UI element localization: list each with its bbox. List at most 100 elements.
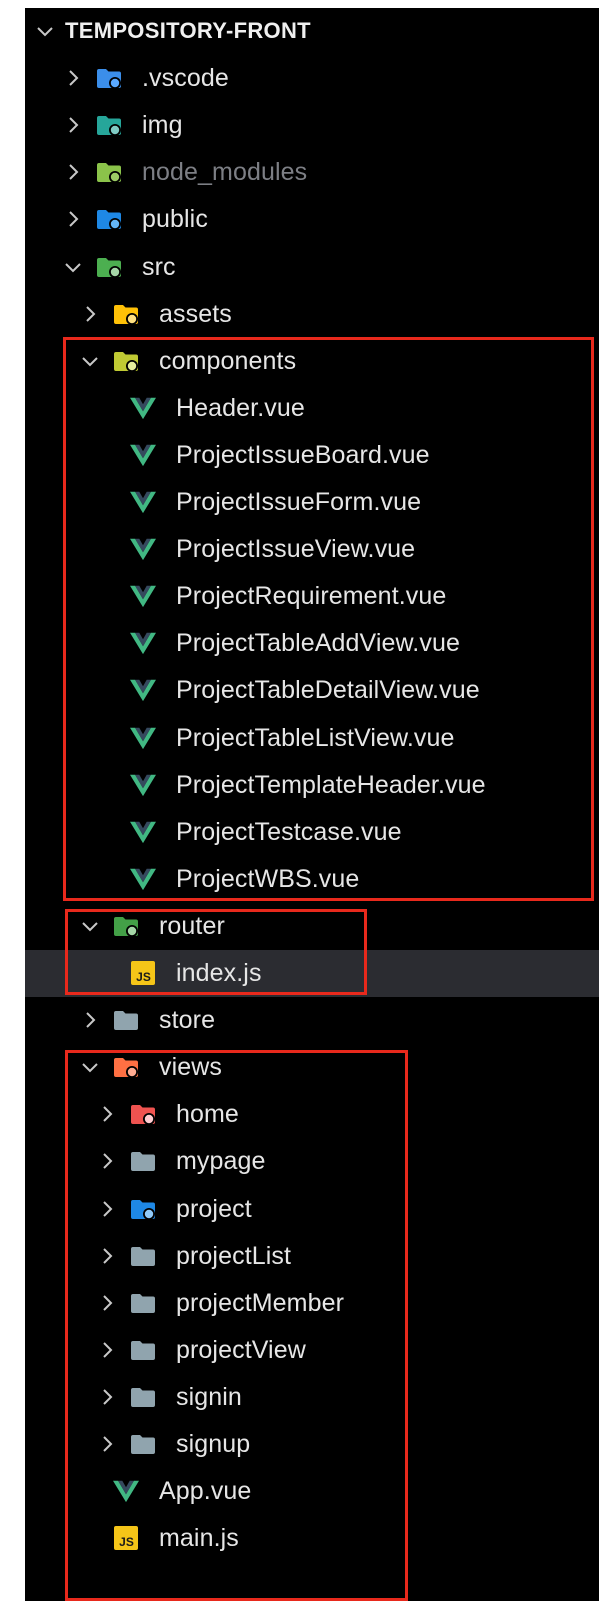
chevron-right-icon[interactable] [61,204,85,234]
file-row[interactable]: ProjectTableDetailView.vue [25,667,599,714]
chevron-right-icon[interactable] [95,1335,119,1365]
vue-file-icon [130,726,156,750]
file-row[interactable]: ProjectTableListView.vue [25,715,599,762]
chevron-right-icon[interactable] [95,1288,119,1318]
file-explorer: TEMPOSITORY-FRONT .vscode img node_modulesp… [25,8,599,1601]
chevron-right-icon[interactable] [95,1194,119,1224]
file-name: Header.vue [176,393,305,422]
chevron-down-icon[interactable] [78,346,102,376]
file-row[interactable]: ProjectIssueBoard.vue [25,432,599,479]
file-row[interactable]: JS main.js [25,1515,599,1562]
chevron-right-icon[interactable] [78,1005,102,1035]
file-name: ProjectIssueBoard.vue [176,440,430,469]
chevron-down-icon[interactable] [33,16,57,46]
chevron-down-icon[interactable] [61,252,85,282]
chevron-right-icon[interactable] [61,110,85,140]
vscode-folder-icon [96,66,122,90]
image-folder-icon [96,113,122,137]
folder-icon [130,1291,156,1315]
file-name: ProjectTemplateHeader.vue [176,770,486,799]
folder-row[interactable]: signup [25,1421,599,1468]
folder-name: projectView [176,1335,306,1364]
folder-icon [130,1432,156,1456]
file-row[interactable]: ProjectIssueForm.vue [25,479,599,526]
folder-icon [130,1244,156,1268]
vue-file-icon [130,820,156,844]
folder-name: signin [176,1382,242,1411]
chevron-right-icon[interactable] [95,1429,119,1459]
folder-name: project [176,1194,252,1223]
folder-row[interactable]: node_modules [25,149,599,196]
folder-row[interactable]: src [25,244,599,291]
explorer-title: TEMPOSITORY-FRONT [65,18,311,43]
svg-text:JS: JS [136,970,151,984]
file-name: ProjectIssueForm.vue [176,488,422,516]
file-row[interactable]: ProjectTemplateHeader.vue [25,762,599,809]
file-row[interactable]: ProjectTableAddView.vue [25,620,599,667]
svg-text:JS: JS [119,1535,134,1549]
vue-file-icon [130,443,156,467]
folder-name: projectMember [176,1288,345,1317]
router-folder-icon [113,914,139,938]
file-row[interactable]: ProjectTestcase.vue [25,809,599,856]
folder-icon [113,1008,139,1032]
folder-name: img [142,111,183,140]
folder-row[interactable]: mypage [25,1138,599,1185]
explorer-section-header[interactable]: TEMPOSITORY-FRONT [25,8,599,55]
home-folder-icon [130,1102,156,1126]
folder-row[interactable]: projectList [25,1233,599,1280]
folder-name: node_modules [142,158,308,187]
file-name: ProjectRequirement.vue [176,582,447,611]
chevron-right-icon[interactable] [61,157,85,187]
vue-file-icon [130,678,156,702]
folder-row[interactable]: assets [25,291,599,338]
folder-row[interactable]: img [25,102,599,149]
chevron-down-icon[interactable] [78,1052,102,1082]
folder-name: home [176,1100,239,1129]
js-file-icon: JS [113,1526,139,1551]
vue-file-icon [130,631,156,655]
folder-row[interactable]: .vscode [25,55,599,102]
components-folder-icon [113,349,139,373]
folder-name: projectList [176,1241,292,1270]
folder-name: .vscode [142,64,229,93]
chevron-right-icon[interactable] [78,299,102,329]
chevron-right-icon[interactable] [95,1146,119,1176]
file-name: ProjectTableListView.vue [176,723,455,752]
file-row[interactable]: ProjectIssueView.vue [25,526,599,573]
file-row[interactable]: App.vue [25,1468,599,1515]
node-folder-icon [96,160,122,184]
folder-row[interactable]: router [25,903,599,950]
folder-row[interactable]: public [25,196,599,243]
folder-row[interactable]: components [25,338,599,385]
file-row[interactable]: ProjectWBS.vue [25,856,599,903]
file-name: ProjectIssueView.vue [176,535,416,564]
file-name: App.vue [159,1477,252,1506]
file-row[interactable]: ProjectRequirement.vue [25,573,599,620]
chevron-right-icon[interactable] [95,1382,119,1412]
chevron-down-icon[interactable] [78,911,102,941]
src-folder-icon [96,255,122,279]
folder-row[interactable]: views [25,1044,599,1091]
folder-row[interactable]: projectMember [25,1280,599,1327]
project-folder-icon [130,1197,156,1221]
vue-file-icon [130,537,156,561]
file-name: ProjectTableAddView.vue [176,629,460,658]
folder-row[interactable]: project [25,1186,599,1233]
chevron-right-icon[interactable] [61,63,85,93]
file-name: ProjectWBS.vue [176,864,360,893]
folder-row[interactable]: signin [25,1374,599,1421]
chevron-right-icon[interactable] [95,1241,119,1271]
chevron-right-icon[interactable] [95,1099,119,1129]
folder-icon [130,1149,156,1173]
file-row[interactable]: JS index.js [25,950,599,997]
vue-file-icon [130,773,156,797]
vue-file-icon [113,1479,139,1503]
folder-row[interactable]: projectView [25,1327,599,1374]
folder-row[interactable]: home [25,1091,599,1138]
folder-row[interactable]: store [25,997,599,1044]
folder-name: components [159,346,297,375]
folder-name: mypage [176,1147,266,1176]
file-row[interactable]: Header.vue [25,385,599,432]
file-name: ProjectTestcase.vue [176,817,402,846]
